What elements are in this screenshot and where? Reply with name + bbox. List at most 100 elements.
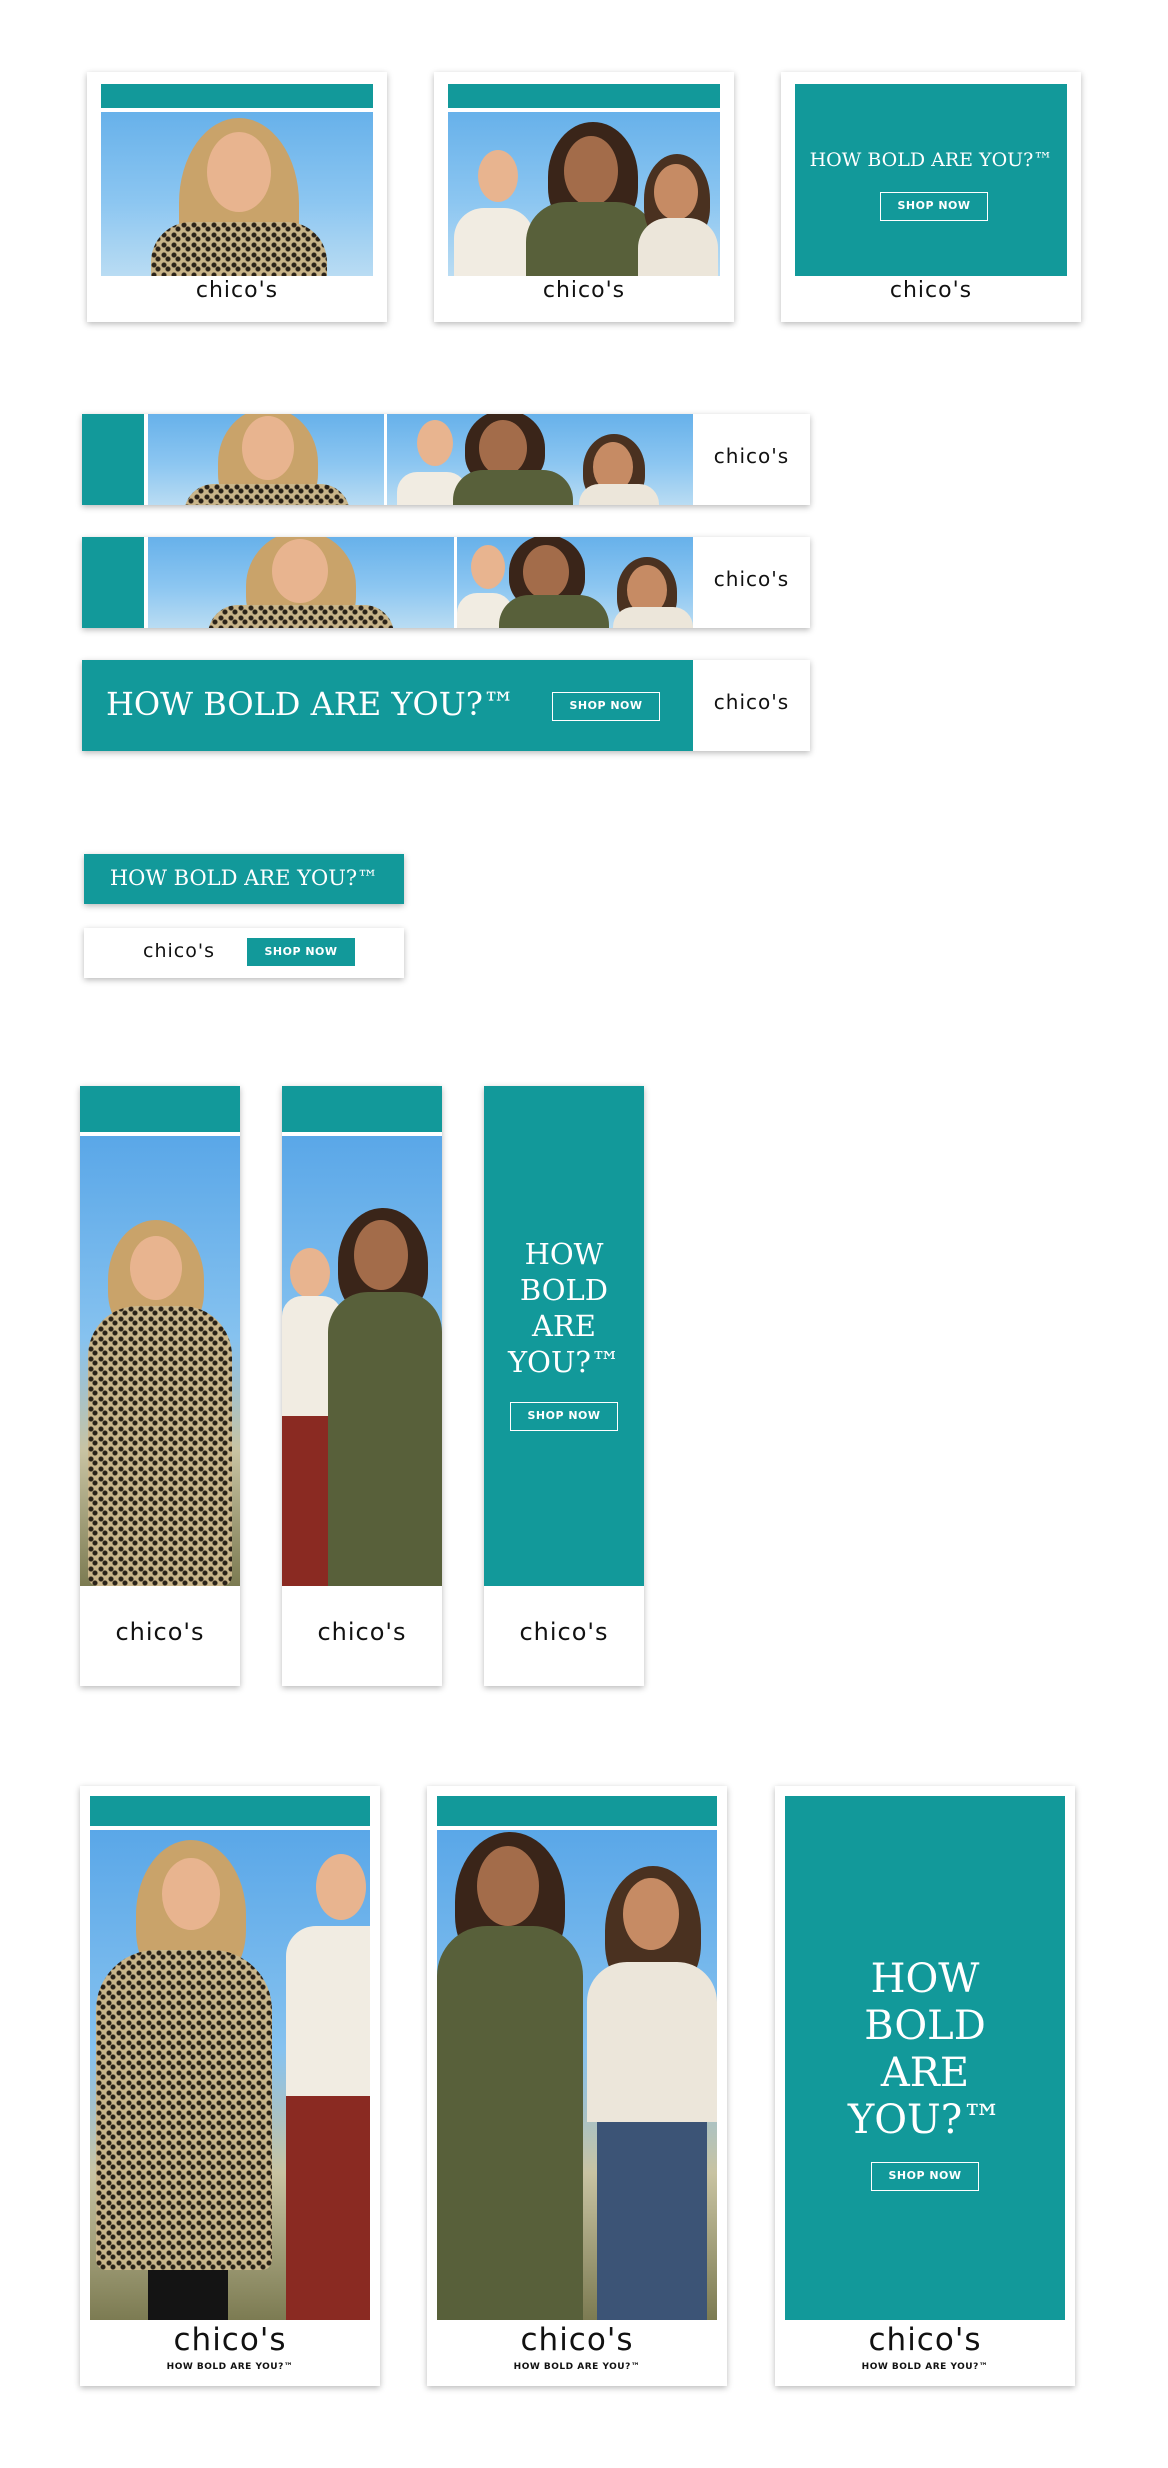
- brand-logo: chico's: [317, 1618, 407, 1646]
- patterned-top: [579, 484, 659, 505]
- banner-300x250-text[interactable]: HOW BOLD ARE YOU?™ SHOP NOW chico's: [781, 72, 1081, 322]
- headline-word-2: BOLD: [864, 2003, 986, 2049]
- teal-panel: HOW BOLD ARE YOU?™ SHOP NOW: [484, 1086, 644, 1586]
- banner-photo: [448, 112, 720, 276]
- patterned-top: [613, 607, 693, 628]
- banner-160x600-photo-1[interactable]: chico's: [80, 1086, 240, 1686]
- model-face-left: [471, 545, 505, 589]
- banner-300x600-text[interactable]: HOW BOLD ARE YOU?™ SHOP NOW chico's HOW …: [775, 1786, 1075, 2386]
- headline-word-1: HOW: [524, 1237, 604, 1271]
- teal-panel: HOW BOLD ARE YOU?™ SHOP NOW: [82, 660, 693, 751]
- model-face-right: [316, 1854, 366, 1920]
- olive-outfit: [437, 1926, 583, 2320]
- headline-word-3: ARE: [532, 1309, 596, 1343]
- brand-logo: chico's: [713, 444, 790, 468]
- headline-word-3: ARE: [880, 2050, 970, 2096]
- headline-word-4: YOU?™: [508, 1345, 620, 1379]
- teal-block: [82, 537, 144, 628]
- teal-panel: HOW BOLD ARE YOU?™ SHOP NOW: [795, 84, 1067, 276]
- white-top: [454, 208, 534, 276]
- leopard-top: [184, 484, 350, 505]
- banner-728x90-photos-a[interactable]: chico's: [82, 414, 810, 505]
- model-face-center: [354, 1220, 408, 1290]
- banner-photo: [80, 1136, 240, 1586]
- shop-now-button[interactable]: SHOP NOW: [510, 1402, 618, 1431]
- banner-photo: [282, 1136, 442, 1586]
- banner-photo-1: [148, 537, 454, 628]
- blue-jeans: [597, 2122, 707, 2320]
- shop-now-button[interactable]: SHOP NOW: [247, 938, 355, 966]
- brand-logo: chico's: [115, 1618, 205, 1646]
- banner-300x600-photo-1[interactable]: chico's HOW BOLD ARE YOU?™: [80, 1786, 380, 2386]
- banner-300x600-photo-2[interactable]: chico's HOW BOLD ARE YOU?™: [427, 1786, 727, 2386]
- model-face-left: [290, 1248, 330, 1298]
- brand-logo: chico's: [889, 278, 973, 303]
- teal-bar: [437, 1796, 717, 1826]
- banner-photo-2: [457, 537, 693, 628]
- model-face: [242, 416, 294, 480]
- teal-bar: [282, 1086, 442, 1132]
- teal-bar: [90, 1796, 370, 1826]
- banner-160x600-photo-2[interactable]: chico's: [282, 1086, 442, 1686]
- leopard-top: [208, 605, 394, 628]
- model-face-right: [623, 1878, 679, 1950]
- black-boots: [148, 2270, 228, 2320]
- headline-word-4: YOU?™: [847, 2097, 1003, 2143]
- brand-logo: chico's: [143, 940, 215, 962]
- teal-bar: [80, 1086, 240, 1132]
- banner-photo: [437, 1830, 717, 2320]
- banner-300x250-photo-2[interactable]: chico's: [434, 72, 734, 322]
- white-top: [587, 1962, 717, 2122]
- floral-pants: [286, 2096, 370, 2320]
- olive-outfit: [328, 1292, 442, 1586]
- banner-160x600-text[interactable]: HOW BOLD ARE YOU?™ SHOP NOW chico's: [484, 1086, 644, 1686]
- olive-jacket: [526, 202, 656, 276]
- banner-300x250-photo-1[interactable]: chico's: [87, 72, 387, 322]
- leopard-top: [151, 222, 327, 276]
- brand-logo: chico's: [713, 567, 790, 591]
- shop-now-button[interactable]: SHOP NOW: [552, 692, 660, 721]
- brand-logo: chico's: [519, 1618, 609, 1646]
- patterned-top: [638, 218, 718, 276]
- banner-photo: [90, 1830, 370, 2320]
- brand-logo: chico's: [542, 278, 626, 303]
- teal-panel: HOW BOLD ARE YOU?™ SHOP NOW: [785, 1796, 1065, 2320]
- model-face: [207, 132, 271, 212]
- teal-bar: [101, 84, 373, 108]
- model-face-left: [417, 420, 453, 466]
- brand-logo: chico's: [868, 2322, 982, 2358]
- shop-now-button[interactable]: SHOP NOW: [871, 2162, 979, 2191]
- banner-728x90-photos-b[interactable]: chico's: [82, 537, 810, 628]
- banner-photo: [101, 112, 373, 276]
- olive-jacket: [499, 595, 609, 628]
- model-face: [130, 1236, 182, 1300]
- teal-bar: [448, 84, 720, 108]
- headline-word-2: BOLD: [519, 1273, 609, 1307]
- brand-logo: chico's: [173, 2322, 287, 2358]
- teal-block: [82, 414, 144, 505]
- model-face-center: [479, 420, 527, 476]
- headline: HOW BOLD ARE YOU?™: [109, 866, 379, 890]
- leopard-dress: [88, 1306, 232, 1586]
- leopard-dress: [96, 1950, 272, 2270]
- model-face-center: [523, 545, 569, 599]
- banner-photo-2: [387, 414, 693, 505]
- model-face-left: [162, 1858, 220, 1930]
- brand-logo: chico's: [713, 690, 790, 714]
- model-face: [272, 539, 328, 603]
- brand-tagline: HOW BOLD ARE YOU?™: [513, 2362, 641, 2372]
- olive-jacket: [453, 470, 573, 505]
- headline-word-1: HOW: [870, 1956, 980, 2002]
- banner-320x50-headline[interactable]: HOW BOLD ARE YOU?™: [84, 854, 404, 904]
- banner-320x50-cta[interactable]: chico's SHOP NOW: [84, 928, 404, 978]
- model-face-left: [477, 1846, 539, 1926]
- banner-728x90-text[interactable]: HOW BOLD ARE YOU?™ SHOP NOW chico's: [82, 660, 810, 751]
- brand-logo: chico's: [520, 2322, 634, 2358]
- model-face-left: [478, 150, 518, 202]
- model-face-center: [564, 136, 618, 206]
- model-face-right: [654, 164, 698, 220]
- brand-logo: chico's: [195, 278, 279, 303]
- headline: HOW BOLD ARE YOU?™: [809, 149, 1053, 171]
- brand-tagline: HOW BOLD ARE YOU?™: [166, 2362, 294, 2372]
- shop-now-button[interactable]: SHOP NOW: [880, 192, 988, 221]
